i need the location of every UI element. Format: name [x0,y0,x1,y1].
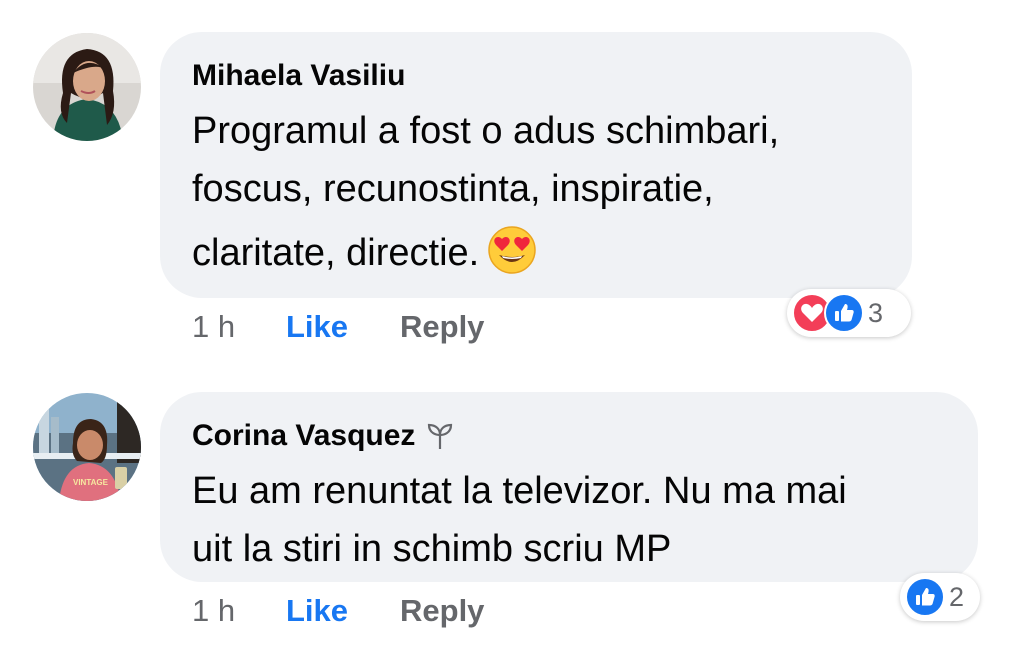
reaction-count: 3 [868,297,884,328]
comment-text-line: Eu am renuntat la televizor. Nu ma mai [192,470,847,512]
like-button[interactable]: Like [286,309,400,345]
like-reaction-icon [824,293,864,333]
timestamp[interactable]: 1 h [192,309,286,345]
reactions-summary[interactable]: 3 [787,289,911,337]
heart-eyes-emoji-icon [487,225,537,292]
timestamp[interactable]: 1 h [192,593,286,629]
reactions-summary[interactable]: 2 [900,573,980,621]
comment-text: Eu am renuntat la televizor. Nu ma mai u… [192,462,946,578]
author-name-text: Corina Vasquez [192,419,416,452]
comment-text: Programul a fost o adus schimbari, foscu… [192,102,880,292]
reply-button[interactable]: Reply [400,309,484,345]
like-reaction-icon [905,577,945,617]
new-member-sprout-icon [425,421,455,451]
comment-actions: 1 h Like Reply [192,593,484,629]
reply-button[interactable]: Reply [400,593,484,629]
comment-actions: 1 h Like Reply [192,309,484,345]
comment-bubble: Mihaela Vasiliu Programul a fost o adus … [160,32,912,298]
svg-text:VINTAGE: VINTAGE [73,478,109,487]
avatar-corina[interactable]: VINTAGE [33,393,141,501]
comment-text-line: foscus, recunostinta, inspiratie, [192,168,714,210]
avatar-mihaela[interactable] [33,33,141,141]
comment-bubble: Corina Vasquez Eu am renuntat la televiz… [160,392,978,582]
like-button[interactable]: Like [286,593,400,629]
comment-text-line-content: claritate, directie. [192,232,480,274]
author-name-text: Mihaela Vasiliu [192,59,406,92]
comment-text-line: uit la stiri in schimb scriu MP [192,528,672,570]
author-name[interactable]: Corina Vasquez [192,418,946,454]
reaction-count: 2 [949,581,965,612]
comment-text-line: Programul a fost o adus schimbari, [192,110,780,152]
author-name[interactable]: Mihaela Vasiliu [192,58,880,94]
comment-text-line-last: claritate, directie. [192,224,880,292]
